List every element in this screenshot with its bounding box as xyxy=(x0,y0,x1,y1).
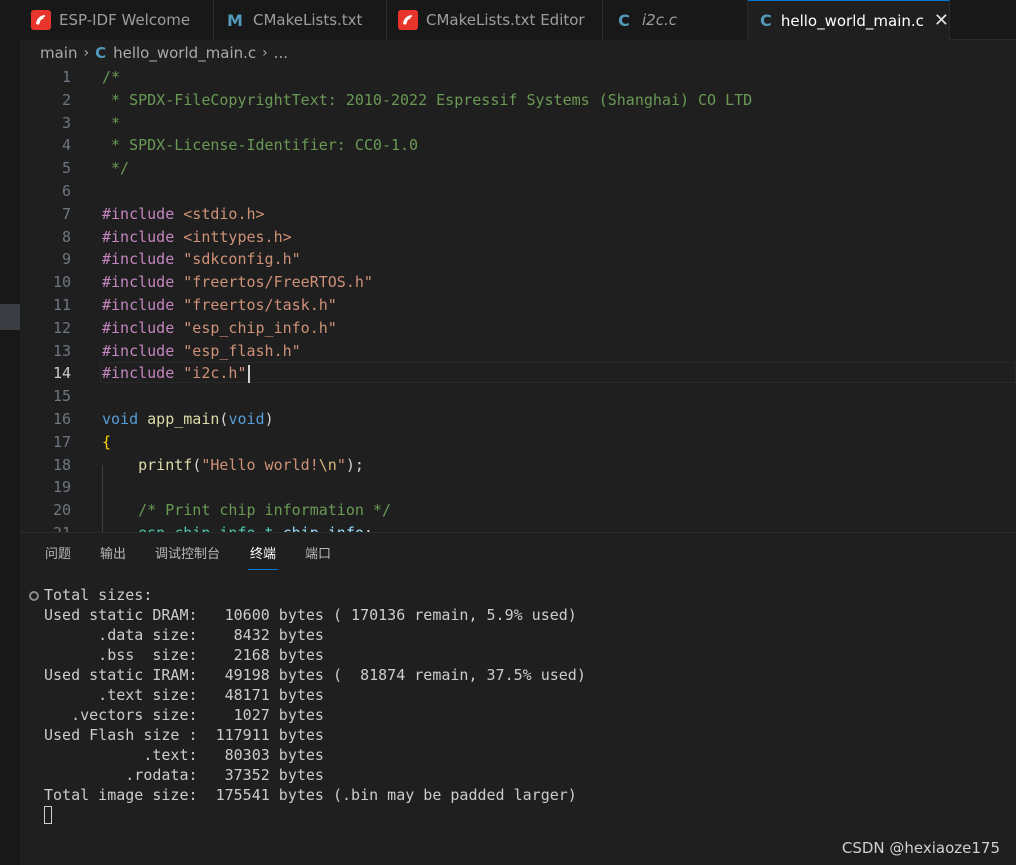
line-number: 20 xyxy=(52,501,71,520)
tab-label: i2c.c xyxy=(642,11,677,29)
terminal-line: .text: 80303 bytes xyxy=(44,746,324,764)
code-line: #include <inttypes.h> xyxy=(102,227,292,246)
terminal-line: Used static DRAM: 10600 bytes ( 170136 r… xyxy=(44,606,577,624)
markdown-m-icon: M xyxy=(227,10,243,30)
chevron-right-icon: › xyxy=(262,45,268,61)
breadcrumb-folder[interactable]: main xyxy=(40,44,77,62)
line-number: 7 xyxy=(61,204,71,223)
code-line: #include "esp_flash.h" xyxy=(102,341,301,360)
terminal-line: .bss size: 2168 bytes xyxy=(44,646,324,664)
terminal-line: Total image size: 175541 bytes (.bin may… xyxy=(44,786,577,804)
editor-tab-bar: ESP-IDF Welcome M CMakeLists.txt CMakeLi… xyxy=(20,0,1016,40)
command-decoration-icon[interactable] xyxy=(29,591,39,601)
line-number: 11 xyxy=(52,296,71,314)
line-number: 3 xyxy=(61,113,71,132)
line-number: 12 xyxy=(52,318,71,337)
line-number: 6 xyxy=(61,182,71,200)
bottom-panel: 问题 输出 调试控制台 终端 端口 Total sizes: Used stat… xyxy=(20,532,1016,865)
line-number: 16 xyxy=(52,410,71,428)
espressif-icon xyxy=(31,10,51,30)
tab-cmakelists-editor[interactable]: CMakeLists.txt Editor xyxy=(387,0,603,40)
line-number: 17 xyxy=(52,432,71,451)
line-number: 21 xyxy=(20,522,71,532)
terminal-line: Used static IRAM: 49198 bytes ( 81874 re… xyxy=(44,666,586,684)
panel-tabs: 问题 输出 调试控制台 终端 端口 xyxy=(20,533,1016,571)
line-number: 1 xyxy=(61,68,71,86)
espressif-icon xyxy=(398,10,418,30)
tab-label: CMakeLists.txt Editor xyxy=(426,11,585,29)
breadcrumb: main › C hello_world_main.c › ... xyxy=(20,40,1016,66)
terminal-cursor xyxy=(44,806,52,824)
code-line: * SPDX-License-Identifier: CC0-1.0 xyxy=(102,136,419,155)
c-file-icon: C xyxy=(618,10,630,30)
tab-label: hello_world_main.c xyxy=(780,11,924,30)
c-file-icon: C xyxy=(760,11,772,30)
tab-label: CMakeLists.txt xyxy=(253,11,363,29)
tab-problems[interactable]: 问题 xyxy=(45,543,71,562)
line-number: 18 xyxy=(52,455,71,474)
line-number: 8 xyxy=(61,227,71,246)
line-number: 14 xyxy=(52,364,71,383)
close-icon[interactable]: ✕ xyxy=(934,10,949,31)
code-line: /* xyxy=(102,68,121,86)
code-line: #include "freertos/task.h" xyxy=(102,296,337,314)
tab-i2c-c[interactable]: C i2c.c xyxy=(603,0,748,40)
terminal-line: .text size: 48171 bytes xyxy=(44,686,324,704)
code-line: * xyxy=(102,113,121,132)
code-line: esp_chip_info_t chip_info; xyxy=(102,522,373,532)
code-line: { xyxy=(102,432,112,451)
code-line: void app_main(void) xyxy=(102,410,274,428)
line-number: 13 xyxy=(52,341,71,360)
code-line: #include "esp_chip_info.h" xyxy=(102,318,337,337)
line-number: 2 xyxy=(61,90,71,109)
code-line: #include "freertos/FreeRTOS.h" xyxy=(102,273,373,292)
tab-terminal[interactable]: 终端 xyxy=(247,543,279,570)
code-line: #include "sdkconfig.h" xyxy=(102,250,301,269)
line-number: 5 xyxy=(61,159,71,178)
tab-ports[interactable]: 端口 xyxy=(305,543,331,562)
text-cursor xyxy=(247,364,250,383)
tab-cmakelists[interactable]: M CMakeLists.txt xyxy=(214,0,387,40)
code-editor[interactable]: 1 /* 2 * SPDX-FileCopyrightText: 2010-202… xyxy=(20,66,1016,532)
line-number: 19 xyxy=(52,478,71,497)
terminal-line: Used Flash size : 117911 bytes xyxy=(44,726,324,744)
tab-label: ESP-IDF Welcome xyxy=(59,11,191,29)
activity-indicator[interactable] xyxy=(0,304,20,330)
watermark: CSDN @hexiaoze175 xyxy=(841,839,1000,857)
c-file-icon: C xyxy=(95,44,107,62)
line-number: 9 xyxy=(61,250,71,269)
tab-debug-console[interactable]: 调试控制台 xyxy=(155,543,220,562)
breadcrumb-more[interactable]: ... xyxy=(274,44,288,62)
code-line: */ xyxy=(102,159,130,178)
terminal-line: Total sizes: xyxy=(44,586,153,604)
breadcrumb-file[interactable]: hello_world_main.c xyxy=(113,44,256,62)
chevron-right-icon: › xyxy=(83,45,90,61)
code-line: * SPDX-FileCopyrightText: 2010-2022 Espr… xyxy=(102,90,753,109)
terminal-line: .vectors size: 1027 bytes xyxy=(44,706,324,724)
terminal-line: .data size: 8432 bytes xyxy=(44,626,324,644)
code-line: #include "i2c.h" xyxy=(102,362,250,385)
code-line: /* Print chip information */ xyxy=(138,501,391,520)
line-number: 4 xyxy=(61,136,71,155)
tab-hello-world-main-c[interactable]: C hello_world_main.c ✕ xyxy=(748,0,950,40)
code-line: printf("Hello world!\n"); xyxy=(138,455,364,474)
line-number: 10 xyxy=(52,273,71,292)
activity-bar xyxy=(0,0,20,865)
code-line: #include <stdio.h> xyxy=(102,204,265,223)
tab-output[interactable]: 输出 xyxy=(100,543,126,562)
terminal-line: .rodata: 37352 bytes xyxy=(44,766,324,784)
line-number: 15 xyxy=(52,387,71,406)
tab-esp-idf-welcome[interactable]: ESP-IDF Welcome xyxy=(20,0,214,40)
